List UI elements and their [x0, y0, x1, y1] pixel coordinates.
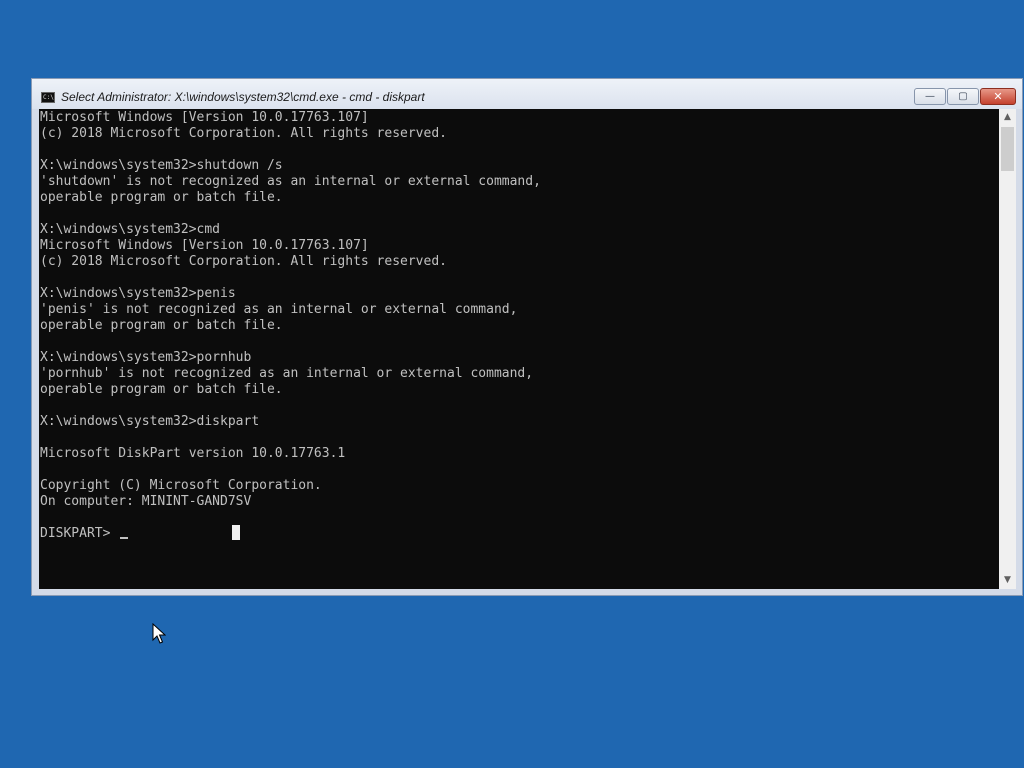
block-cursor: [232, 525, 240, 540]
console-line: operable program or batch file.: [40, 382, 283, 397]
console-line: Microsoft Windows [Version 10.0.17763.10…: [40, 238, 369, 253]
title-bar[interactable]: C:\ Select Administrator: X:\windows\sys…: [32, 79, 1022, 109]
console-line: (c) 2018 Microsoft Corporation. All righ…: [40, 126, 447, 141]
console-line: Microsoft Windows [Version 10.0.17763.10…: [40, 110, 369, 125]
console-line: X:\windows\system32>cmd: [40, 222, 221, 237]
scroll-down-button[interactable]: ▼: [999, 572, 1016, 589]
cmd-app-icon[interactable]: C:\: [41, 92, 55, 103]
console-line: operable program or batch file.: [40, 318, 283, 333]
console-output[interactable]: Microsoft Windows [Version 10.0.17763.10…: [39, 109, 999, 589]
maximize-button[interactable]: ▢: [947, 88, 979, 105]
vertical-scrollbar[interactable]: ▲ ▼: [999, 109, 1016, 589]
console-line: X:\windows\system32>penis: [40, 286, 236, 301]
minimize-icon: —: [925, 91, 935, 102]
scroll-thumb[interactable]: [1001, 127, 1014, 171]
console-line: X:\windows\system32>shutdown /s: [40, 158, 283, 173]
window-title: Select Administrator: X:\windows\system3…: [61, 90, 425, 104]
scroll-up-icon: ▲: [1004, 112, 1011, 122]
console-line: On computer: MININT-GAND7SV: [40, 494, 252, 509]
scroll-down-icon: ▼: [1004, 575, 1011, 585]
console-line: 'shutdown' is not recognized as an inter…: [40, 174, 541, 189]
minimize-button[interactable]: —: [914, 88, 946, 105]
mouse-pointer-icon: [152, 623, 166, 644]
diskpart-prompt: DISKPART>: [40, 526, 119, 541]
diskpart-prompt-line[interactable]: DISKPART>: [40, 526, 541, 542]
console-line: (c) 2018 Microsoft Corporation. All righ…: [40, 254, 447, 269]
close-icon: ✕: [993, 90, 1003, 103]
close-button[interactable]: ✕: [980, 88, 1016, 105]
window-bottom-border[interactable]: [32, 589, 1022, 595]
console-line: Copyright (C) Microsoft Corporation.: [40, 478, 322, 493]
desktop[interactable]: C:\ Select Administrator: X:\windows\sys…: [0, 0, 1024, 768]
console-line: 'penis' is not recognized as an internal…: [40, 302, 518, 317]
console-line: X:\windows\system32>diskpart: [40, 414, 260, 429]
scroll-up-button[interactable]: ▲: [999, 109, 1016, 126]
text-caret: [120, 537, 129, 539]
console-line: 'pornhub' is not recognized as an intern…: [40, 366, 534, 381]
console-line: operable program or batch file.: [40, 190, 283, 205]
cmd-window[interactable]: C:\ Select Administrator: X:\windows\sys…: [31, 78, 1023, 596]
console-line: Microsoft DiskPart version 10.0.17763.1: [40, 446, 346, 461]
console-line: X:\windows\system32>pornhub: [40, 350, 252, 365]
console-text: Microsoft Windows [Version 10.0.17763.10…: [40, 110, 541, 542]
maximize-icon: ▢: [958, 91, 968, 102]
